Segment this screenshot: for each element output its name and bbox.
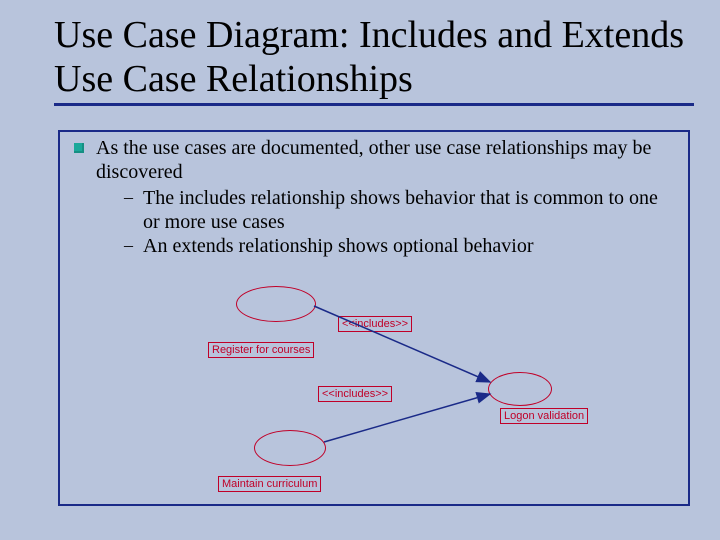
body-text: As the use cases are documented, other u… [74, 136, 678, 258]
body-main: As the use cases are documented, other u… [96, 136, 678, 184]
bullet-icon [74, 143, 84, 153]
title-block: Use Case Diagram: Includes and Extends U… [54, 14, 694, 106]
body-sub2: An extends relationship shows optional b… [143, 234, 534, 258]
body-sub1: The includes relationship shows behavior… [143, 186, 678, 234]
dash-icon: – [124, 187, 133, 209]
dash-icon: – [124, 235, 133, 257]
title-underline [54, 103, 694, 106]
use-case-diagram: Register for courses <<includes>> <<incl… [58, 286, 690, 506]
slide-title: Use Case Diagram: Includes and Extends U… [54, 14, 694, 101]
relationship-arrows [58, 286, 690, 506]
